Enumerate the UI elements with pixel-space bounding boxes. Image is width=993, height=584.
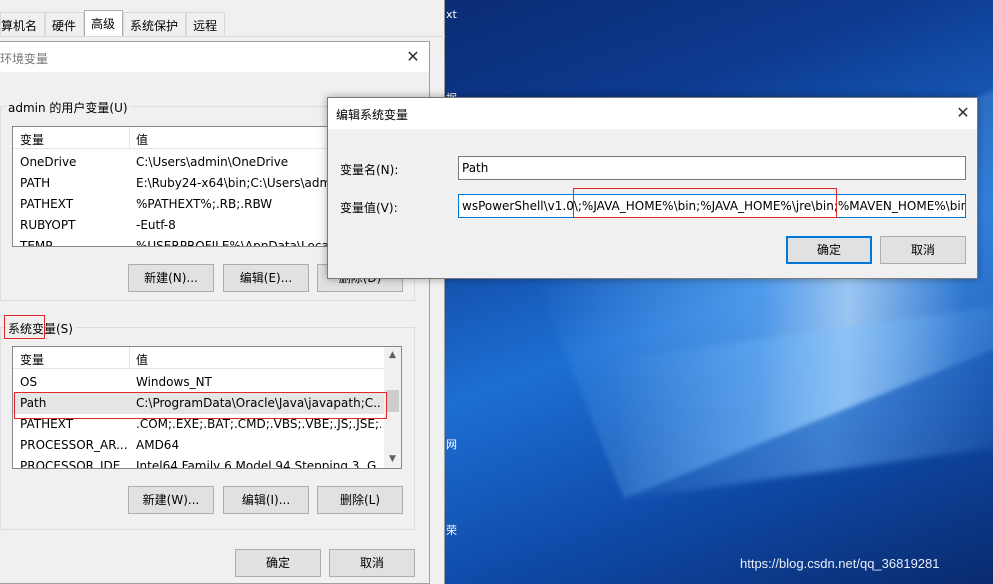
desktop-icon-label: xt [446, 8, 457, 21]
variable-name: PROCESSOR_IDE... [20, 459, 128, 469]
system-edit-button[interactable]: 编辑(I)... [223, 486, 309, 514]
ok-button[interactable]: 确定 [235, 549, 321, 577]
variable-name: PROCESSOR_AR... [20, 438, 128, 452]
cancel-button[interactable]: 取消 [329, 549, 415, 577]
tab-advanced[interactable]: 高级 [84, 10, 124, 36]
desktop-icon-label: 荣 [446, 524, 457, 537]
scrollbar-thumb[interactable] [386, 390, 399, 412]
desktop-icon-label: 网 [446, 438, 457, 451]
variable-name: OneDrive [20, 155, 77, 169]
variable-name: PATH [20, 176, 51, 190]
variable-name: TEMP [20, 239, 53, 247]
scroll-down-icon[interactable]: ▼ [384, 451, 401, 468]
column-header-value[interactable]: 值 [136, 131, 148, 148]
table-row[interactable]: PROCESSOR_AR... AMD64 [13, 435, 384, 456]
variable-value-label: 变量值(V): [340, 201, 398, 215]
user-new-button[interactable]: 新建(N)... [128, 264, 214, 292]
close-icon[interactable]: ✕ [402, 46, 424, 68]
tab-divider [0, 36, 445, 37]
highlight-box [573, 188, 837, 218]
column-separator [129, 127, 130, 149]
variable-name: RUBYOPT [20, 218, 76, 232]
highlight-box [14, 392, 387, 419]
title-bar[interactable]: 环境变量 ✕ [0, 42, 429, 72]
table-row[interactable]: OS Windows_NT [13, 372, 384, 393]
column-separator [129, 347, 130, 369]
list-header: 变量 值 [13, 347, 401, 369]
title-bar[interactable]: 编辑系统变量 ✕ [328, 98, 977, 129]
variable-name: OS [20, 375, 38, 389]
variable-name-label: 变量名(N): [340, 163, 399, 177]
variable-name-input[interactable]: Path [458, 156, 966, 180]
tab-hardware[interactable]: 硬件 [45, 12, 85, 36]
variable-value: Intel64 Family 6 Model 94 Stepping 3, G [136, 459, 377, 469]
edit-system-variable-dialog: 编辑系统变量 ✕ 变量名(N): Path 变量值(V): wsPowerShe… [327, 97, 978, 279]
system-new-button[interactable]: 新建(W)... [128, 486, 214, 514]
cancel-button[interactable]: 取消 [880, 236, 966, 264]
tab-computer-name[interactable]: 算机名 [0, 12, 46, 36]
variable-value: AMD64 [136, 438, 180, 452]
table-row[interactable]: PROCESSOR_IDE... Intel64 Family 6 Model … [13, 456, 384, 469]
variable-value: .COM;.EXE;.BAT;.CMD;.VBS;.VBE;.JS;.JSE;.… [136, 417, 381, 431]
variable-name: PATHEXT [20, 197, 74, 211]
column-header-variable[interactable]: 变量 [20, 351, 44, 368]
user-edit-button[interactable]: 编辑(E)... [223, 264, 309, 292]
column-header-value[interactable]: 值 [136, 351, 148, 368]
column-header-variable[interactable]: 变量 [20, 131, 44, 148]
scroll-up-icon[interactable]: ▲ [384, 347, 401, 364]
variable-value: Windows_NT [136, 375, 212, 389]
variable-name: PATHEXT [20, 417, 74, 431]
user-variables-label: admin 的用户变量(U) [6, 99, 130, 116]
window-title: 环境变量 [0, 52, 49, 66]
tab-remote[interactable]: 远程 [186, 12, 226, 36]
tab-strip: 算机名 硬件 高级 系统保护 远程 [0, 10, 226, 36]
dialog-title: 编辑系统变量 [336, 108, 409, 122]
system-delete-button[interactable]: 删除(L) [317, 486, 403, 514]
close-icon[interactable]: ✕ [952, 102, 974, 124]
watermark-text: https://blog.csdn.net/qq_36819281 [740, 556, 940, 571]
highlight-box [4, 315, 45, 339]
tab-system-protection[interactable]: 系统保护 [123, 12, 187, 36]
ok-button[interactable]: 确定 [786, 236, 872, 264]
